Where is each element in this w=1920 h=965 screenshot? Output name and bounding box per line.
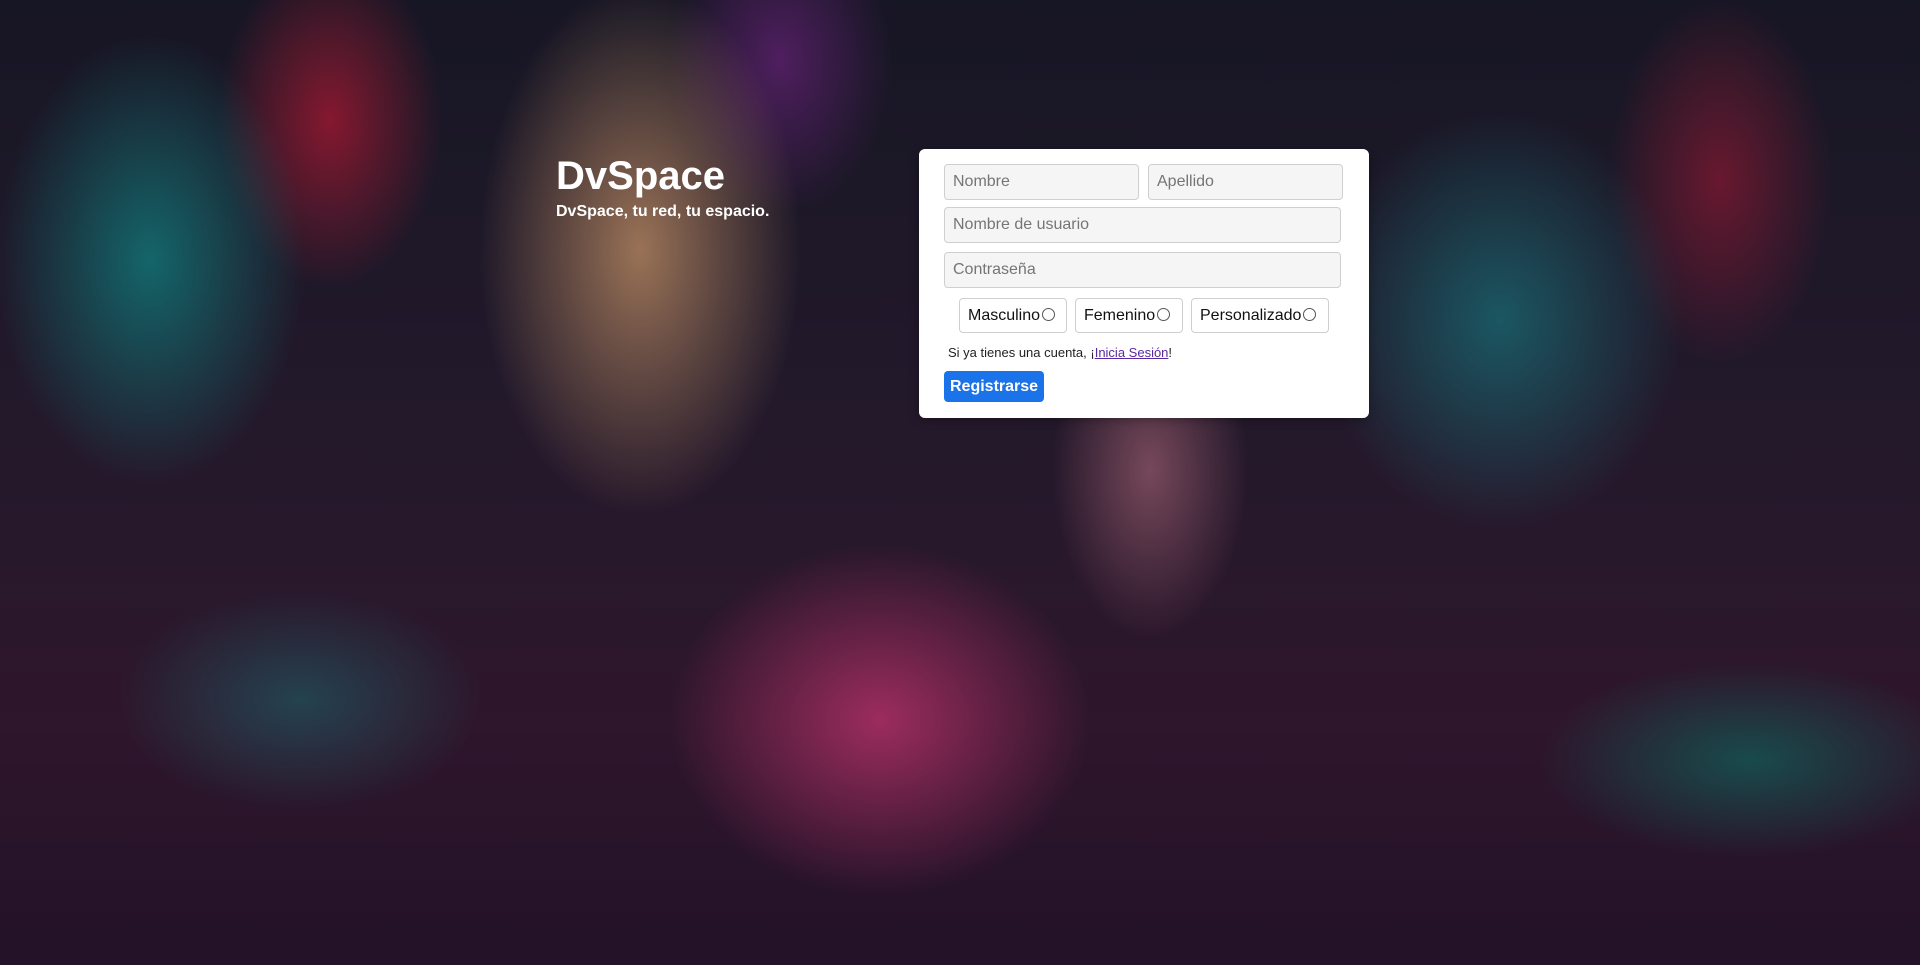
- password-input[interactable]: [944, 252, 1341, 288]
- login-link[interactable]: Inicia Sesión: [1095, 345, 1169, 360]
- register-card: Masculino Femenino Personalizado Si ya t…: [919, 149, 1369, 418]
- brand-tagline: DvSpace, tu red, tu espacio.: [556, 203, 770, 220]
- radio-femenino[interactable]: [1157, 307, 1171, 321]
- login-suffix: !: [1168, 345, 1173, 360]
- last-name-input[interactable]: [1148, 164, 1343, 200]
- gender-label-personalizado: Personalizado: [1200, 306, 1302, 324]
- gender-option-femenino[interactable]: Femenino: [1075, 298, 1183, 333]
- gender-option-personalizado[interactable]: Personalizado: [1191, 298, 1329, 333]
- gender-label-femenino: Femenino: [1084, 306, 1156, 324]
- first-name-input[interactable]: [944, 164, 1139, 200]
- radio-masculino[interactable]: [1042, 307, 1056, 321]
- login-prompt: Si ya tienes una cuenta, ¡Inicia Sesión!: [948, 345, 1172, 360]
- brand-block: DvSpace DvSpace, tu red, tu espacio.: [556, 150, 769, 222]
- brand-title: DvSpace: [556, 154, 725, 198]
- gender-label-masculino: Masculino: [968, 306, 1041, 324]
- gender-option-masculino[interactable]: Masculino: [959, 298, 1067, 333]
- username-input[interactable]: [944, 207, 1341, 243]
- login-prefix: Si ya tienes una cuenta, ¡: [948, 345, 1095, 360]
- radio-personalizado[interactable]: [1303, 307, 1317, 321]
- background-overlay: [0, 0, 1920, 965]
- register-button[interactable]: Registrarse: [944, 371, 1045, 402]
